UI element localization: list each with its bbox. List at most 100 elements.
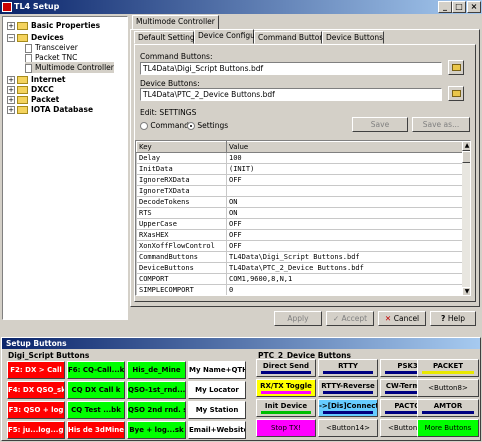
ptc-device-button[interactable]: <Button8> xyxy=(417,379,479,397)
ptc-device-button[interactable]: <Button14> xyxy=(318,419,378,437)
table-row[interactable]: CommandButtons TL4Data\Digi_Script Button… xyxy=(136,251,463,263)
scroll-up-arrow-icon[interactable]: ▲ xyxy=(462,141,470,151)
grid-key-cell[interactable]: UpperCase xyxy=(136,218,227,230)
grid-value-cell[interactable]: OFF xyxy=(226,229,463,241)
settings-tree[interactable]: + Basic Properties − Devices Transceiver Pack… xyxy=(2,16,128,320)
digi-script-button[interactable]: QSO 2nd rnd. sk xyxy=(127,401,186,419)
digi-script-button[interactable]: QSO-1st_rnd...k xyxy=(127,381,186,399)
digi-script-button[interactable]: My Name+QTH xyxy=(188,361,246,379)
grid-key-cell[interactable]: IgnoreTXData xyxy=(136,185,227,197)
table-row[interactable]: UpperCase OFF xyxy=(136,218,463,230)
grid-key-cell[interactable]: RTS xyxy=(136,207,227,219)
maximize-button[interactable]: □ xyxy=(452,1,466,13)
digi-script-button[interactable]: Bye + log...sk xyxy=(127,421,186,439)
table-row[interactable]: SIMPLECOMPORT 0 xyxy=(136,284,463,295)
accept-button[interactable]: ✓ Accept xyxy=(326,311,374,326)
radio-commands[interactable]: Commands xyxy=(140,120,193,131)
expand-icon[interactable]: + xyxy=(7,22,15,30)
tab-multimode-controller[interactable]: Multimode Controller xyxy=(132,15,219,30)
table-row[interactable]: COMPORT COM1,9600,8,N,1 xyxy=(136,273,463,285)
digi-script-button[interactable]: Email+Website xyxy=(188,421,246,439)
settings-grid[interactable]: Key Value Delay 100 InitData (INIT) IgnoreRX… xyxy=(135,140,471,296)
grid-header-key[interactable]: Key xyxy=(136,141,227,153)
save-as-button[interactable]: Save as... xyxy=(412,117,470,132)
grid-value-cell[interactable]: OFF xyxy=(226,218,463,230)
grid-value-cell[interactable]: TL4Data\PTC_2_Device Buttons.bdf xyxy=(226,262,463,274)
table-row[interactable]: Delay 100 xyxy=(136,152,463,164)
digi-script-button[interactable]: CQ Test ...bk xyxy=(67,401,125,419)
grid-key-cell[interactable]: SIMPLECOMPORT xyxy=(136,284,227,295)
apply-button[interactable]: Apply xyxy=(274,311,322,326)
ptc-device-button[interactable]: Direct Send xyxy=(256,359,316,377)
device-buttons-field[interactable]: TL4Data\PTC_2_Device Buttons.bdf xyxy=(140,88,442,101)
tab-inner[interactable]: Device Configuration xyxy=(194,29,277,44)
grid-value-cell[interactable] xyxy=(226,185,463,197)
grid-key-cell[interactable]: InitData xyxy=(136,163,227,175)
digi-script-button[interactable]: F2: DX > Call xyxy=(7,361,65,379)
scroll-thumb[interactable] xyxy=(462,151,470,163)
digi-script-button[interactable]: F6: CQ-Call...k xyxy=(67,361,125,379)
command-buttons-field[interactable]: TL4Data\Digi_Script Buttons.bdf xyxy=(140,62,442,75)
grid-value-cell[interactable]: ON xyxy=(226,207,463,219)
tab-inner[interactable]: Command Buttons xyxy=(254,31,328,44)
grid-key-cell[interactable]: XonXoffFlowControl xyxy=(136,240,227,252)
grid-header-value[interactable]: Value xyxy=(226,141,463,153)
ptc-device-button[interactable]: ->[Dis]Connect xyxy=(318,399,378,417)
grid-value-cell[interactable]: (INIT) xyxy=(226,163,463,175)
ptc-device-button[interactable]: Stop TX! xyxy=(256,419,316,437)
digi-script-button[interactable]: My Station xyxy=(188,401,246,419)
expand-icon[interactable]: + xyxy=(7,86,15,94)
ptc-device-button[interactable]: RX/TX Toggle xyxy=(256,379,316,397)
ptc-device-button[interactable]: Init Device xyxy=(256,399,316,417)
table-row[interactable]: InitData (INIT) xyxy=(136,163,463,175)
table-row[interactable]: DeviceButtons TL4Data\PTC_2_Device Button… xyxy=(136,262,463,274)
browse-command-buttons-button[interactable] xyxy=(448,60,464,75)
digi-script-button[interactable]: F3: QSO + log xyxy=(7,401,65,419)
grid-key-cell[interactable]: RXasHEX xyxy=(136,229,227,241)
tree-item[interactable]: Multimode Controller xyxy=(25,62,114,73)
table-row[interactable]: DecodeTokens ON xyxy=(136,196,463,208)
digi-script-button[interactable]: F5: ju...log...gn? xyxy=(7,421,65,439)
collapse-icon[interactable]: − xyxy=(7,34,15,42)
digi-script-button[interactable]: CQ DX Call k xyxy=(67,381,125,399)
digi-script-button[interactable]: His_de_Mine xyxy=(127,361,186,379)
digi-script-button[interactable]: My Locator xyxy=(188,381,246,399)
table-row[interactable]: IgnoreTXData xyxy=(136,185,463,197)
grid-key-cell[interactable]: CommandButtons xyxy=(136,251,227,263)
ptc-device-button[interactable]: RTTY-Reverse xyxy=(318,379,378,397)
expand-icon[interactable]: + xyxy=(7,106,15,114)
browse-device-buttons-button[interactable] xyxy=(448,86,464,101)
close-button[interactable]: × xyxy=(467,1,481,13)
grid-value-cell[interactable]: 0 xyxy=(226,284,463,295)
grid-key-cell[interactable]: Delay xyxy=(136,152,227,164)
help-button[interactable]: ? Help xyxy=(430,311,476,326)
table-row[interactable]: RTS ON xyxy=(136,207,463,219)
save-button[interactable]: Save xyxy=(352,117,408,132)
table-row[interactable]: IgnoreRXData OFF xyxy=(136,174,463,186)
ptc-device-button[interactable]: PACKET xyxy=(417,359,479,377)
ptc-device-button[interactable]: More Buttons xyxy=(417,419,479,437)
grid-value-cell[interactable]: OFF xyxy=(226,240,463,252)
minimize-button[interactable]: _ xyxy=(438,1,452,13)
tab-inner[interactable]: Device Buttons xyxy=(322,31,384,44)
ptc-device-button[interactable]: AMTOR xyxy=(417,399,479,417)
grid-key-cell[interactable]: DecodeTokens xyxy=(136,196,227,208)
digi-script-button[interactable]: F4: DX QSO_sk xyxy=(7,381,65,399)
scroll-down-arrow-icon[interactable]: ▼ xyxy=(462,287,470,295)
tree-item[interactable]: + IOTA Database xyxy=(7,104,93,115)
radio-settings[interactable]: Settings xyxy=(187,120,228,131)
table-row[interactable]: XonXoffFlowControl OFF xyxy=(136,240,463,252)
grid-value-cell[interactable]: OFF xyxy=(226,174,463,186)
grid-key-cell[interactable]: DeviceButtons xyxy=(136,262,227,274)
digi-script-button[interactable]: His de 3dMine k xyxy=(67,421,125,439)
grid-value-cell[interactable]: ON xyxy=(226,196,463,208)
grid-key-cell[interactable]: COMPORT xyxy=(136,273,227,285)
cancel-button[interactable]: ✕ Cancel xyxy=(378,311,426,326)
table-row[interactable]: RXasHEX OFF xyxy=(136,229,463,241)
grid-value-cell[interactable]: COM1,9600,8,N,1 xyxy=(226,273,463,285)
tree-item[interactable]: + Basic Properties xyxy=(7,20,100,31)
grid-key-cell[interactable]: IgnoreRXData xyxy=(136,174,227,186)
grid-value-cell[interactable]: 100 xyxy=(226,152,463,164)
tab-inner[interactable]: Default Settings xyxy=(134,31,199,44)
expand-icon[interactable]: + xyxy=(7,76,15,84)
